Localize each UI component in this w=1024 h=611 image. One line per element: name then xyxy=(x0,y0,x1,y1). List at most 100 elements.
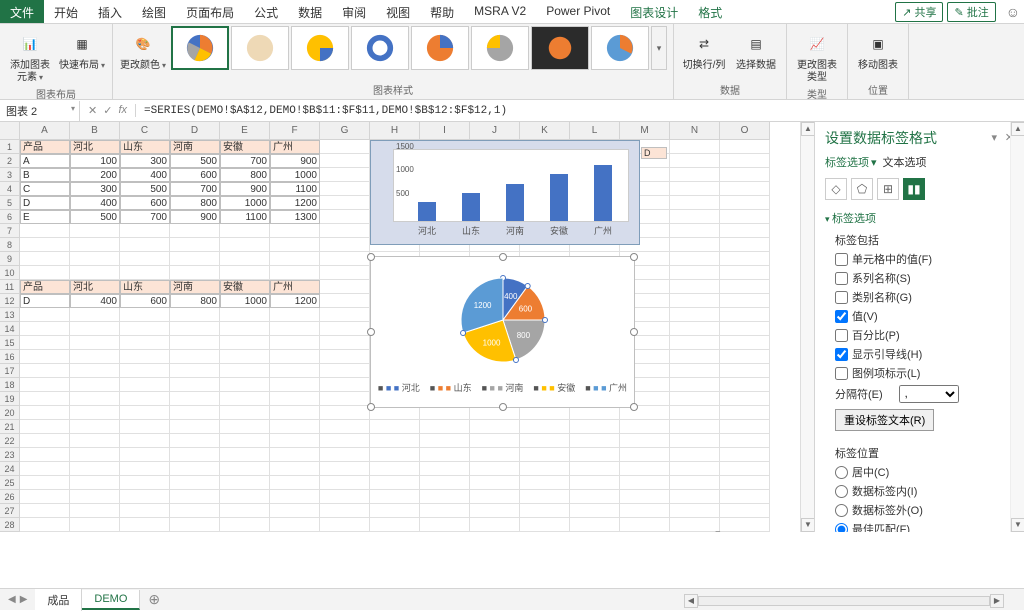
col-header[interactable]: F xyxy=(270,122,320,140)
cell[interactable] xyxy=(420,448,470,462)
cell[interactable]: 山东 xyxy=(120,140,170,154)
cell[interactable] xyxy=(670,490,720,504)
cell[interactable] xyxy=(170,322,220,336)
cell[interactable] xyxy=(470,476,520,490)
cell[interactable] xyxy=(220,350,270,364)
cell[interactable] xyxy=(220,336,270,350)
cell[interactable] xyxy=(20,308,70,322)
cell[interactable] xyxy=(270,378,320,392)
cell[interactable] xyxy=(670,252,720,266)
cell[interactable] xyxy=(20,406,70,420)
cell[interactable] xyxy=(120,392,170,406)
cell[interactable] xyxy=(620,448,670,462)
col-header[interactable]: E xyxy=(220,122,270,140)
cell[interactable] xyxy=(320,518,370,532)
cell[interactable] xyxy=(220,406,270,420)
cell[interactable] xyxy=(670,350,720,364)
cell[interactable] xyxy=(670,448,720,462)
cell[interactable] xyxy=(370,420,420,434)
cell[interactable] xyxy=(170,504,220,518)
tab-format[interactable]: 格式 xyxy=(688,0,732,23)
cell[interactable] xyxy=(570,434,620,448)
cell[interactable] xyxy=(320,252,370,266)
cell[interactable] xyxy=(720,210,770,224)
cell[interactable] xyxy=(70,224,120,238)
scroll-up-icon[interactable]: ▲ xyxy=(801,122,814,136)
cell[interactable]: 900 xyxy=(270,154,320,168)
cell[interactable] xyxy=(20,252,70,266)
cell[interactable] xyxy=(320,182,370,196)
cell[interactable] xyxy=(670,210,720,224)
cell[interactable] xyxy=(220,434,270,448)
cell[interactable] xyxy=(320,210,370,224)
row-header[interactable]: 13 xyxy=(0,308,20,322)
cell[interactable] xyxy=(170,518,220,532)
cell[interactable] xyxy=(520,434,570,448)
col-header[interactable]: C xyxy=(120,122,170,140)
cell[interactable]: 500 xyxy=(170,154,220,168)
tab-file[interactable]: 文件 xyxy=(0,0,44,23)
select-data-button[interactable]: ▤选择数据 xyxy=(732,26,780,72)
swap-rowcol-button[interactable]: ⇄切换行/列 xyxy=(680,26,728,72)
row-header[interactable]: 27 xyxy=(0,504,20,518)
chart-style-8[interactable] xyxy=(591,26,649,70)
cell[interactable] xyxy=(370,490,420,504)
cell[interactable] xyxy=(420,504,470,518)
cell[interactable]: C xyxy=(20,182,70,196)
cell[interactable]: 河南 xyxy=(170,140,220,154)
cell[interactable] xyxy=(320,504,370,518)
cell[interactable] xyxy=(720,154,770,168)
label-options-icon[interactable]: ▮▮ xyxy=(903,178,925,200)
cell[interactable]: 200 xyxy=(70,168,120,182)
cell[interactable] xyxy=(170,476,220,490)
taskpane-scrollbar[interactable]: ▲ ▼ xyxy=(1010,122,1024,532)
cell[interactable] xyxy=(670,434,720,448)
cell[interactable]: 河南 xyxy=(170,280,220,294)
cell[interactable] xyxy=(120,420,170,434)
sheet-tab-finished[interactable]: 成品 xyxy=(35,589,82,611)
section-label-options[interactable]: 标签选项 xyxy=(825,210,1014,226)
cell[interactable] xyxy=(170,252,220,266)
cell[interactable] xyxy=(420,420,470,434)
row-header[interactable]: 9 xyxy=(0,252,20,266)
cell[interactable] xyxy=(470,434,520,448)
cell[interactable] xyxy=(270,448,320,462)
cell[interactable] xyxy=(720,406,770,420)
cell[interactable] xyxy=(20,476,70,490)
cell[interactable] xyxy=(20,322,70,336)
cell[interactable] xyxy=(270,406,320,420)
row-header[interactable]: 8 xyxy=(0,238,20,252)
cell[interactable] xyxy=(620,434,670,448)
cell[interactable] xyxy=(420,518,470,532)
tab-insert[interactable]: 插入 xyxy=(88,0,132,23)
cell[interactable] xyxy=(170,392,220,406)
cell[interactable] xyxy=(670,280,720,294)
cell[interactable] xyxy=(720,518,770,532)
formula-bar[interactable]: =SERIES(DEMO!$A$12,DEMO!$B$11:$F$11,DEMO… xyxy=(136,103,1024,119)
cell[interactable] xyxy=(720,280,770,294)
cell[interactable] xyxy=(70,336,120,350)
cell[interactable] xyxy=(670,378,720,392)
chart-style-5[interactable] xyxy=(411,26,469,70)
fx-icon[interactable]: fx xyxy=(118,104,127,117)
cancel-formula-icon[interactable]: ✕ xyxy=(88,104,97,117)
cell[interactable] xyxy=(120,490,170,504)
cell[interactable]: 1000 xyxy=(270,168,320,182)
cell[interactable] xyxy=(270,350,320,364)
cell[interactable] xyxy=(120,266,170,280)
cell[interactable]: A xyxy=(20,154,70,168)
cell[interactable] xyxy=(70,378,120,392)
cell[interactable] xyxy=(320,308,370,322)
cell[interactable] xyxy=(670,504,720,518)
cell[interactable] xyxy=(570,518,620,532)
cell[interactable]: 河北 xyxy=(70,140,120,154)
cell[interactable]: 700 xyxy=(220,154,270,168)
cell[interactable]: 600 xyxy=(120,294,170,308)
cell[interactable] xyxy=(320,238,370,252)
pos-outside[interactable]: 数据标签外(O) xyxy=(835,502,1014,518)
cell[interactable] xyxy=(370,504,420,518)
cell[interactable] xyxy=(270,266,320,280)
pos-best-fit[interactable]: 最佳匹配(F) xyxy=(835,521,1014,532)
cell[interactable]: 安徽 xyxy=(220,140,270,154)
cell[interactable] xyxy=(320,322,370,336)
